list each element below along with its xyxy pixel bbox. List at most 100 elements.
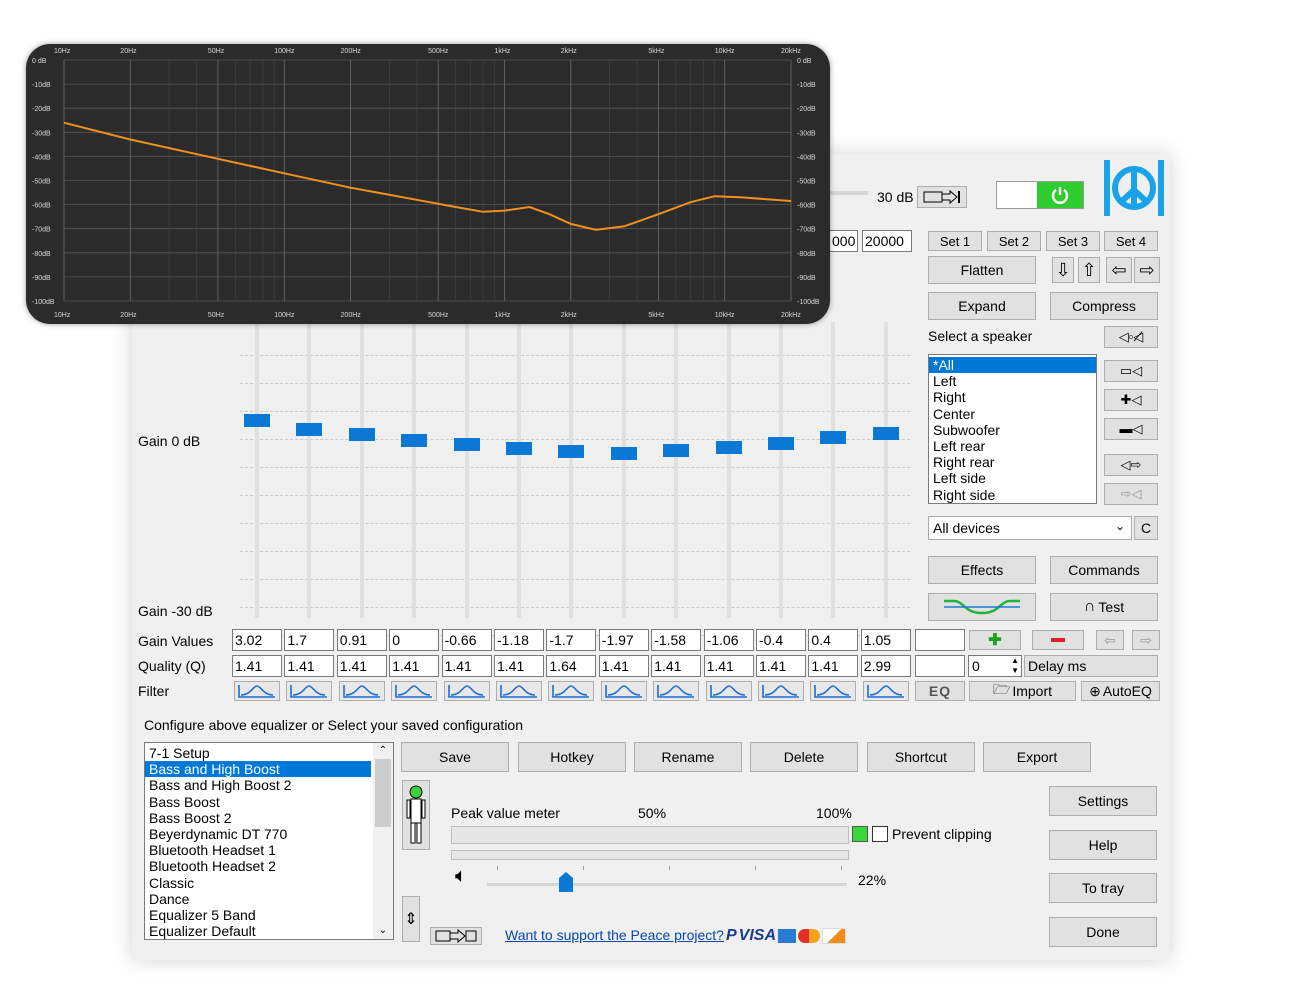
configuration-item[interactable]: Equalizer 5 Band	[145, 907, 371, 923]
eq-slider-track[interactable]	[674, 322, 679, 618]
configuration-item[interactable]: Bluetooth Headset 2	[145, 858, 371, 874]
done-button[interactable]: Done	[1049, 917, 1157, 947]
preamp-device-button[interactable]	[917, 186, 967, 208]
to-tray-button[interactable]: To tray	[1049, 873, 1157, 903]
filter-type-button[interactable]	[496, 681, 542, 701]
support-link[interactable]: Want to support the Peace project?	[505, 927, 724, 943]
gain-value-field[interactable]: 3.02	[232, 629, 282, 651]
gain-value-field[interactable]: -0.66	[441, 629, 492, 651]
eq-slider-track[interactable]	[779, 322, 783, 618]
eq-slider-track[interactable]	[517, 322, 521, 618]
gain-value-field[interactable]: 0.4	[808, 629, 859, 651]
compress-button[interactable]: Compress	[1050, 292, 1158, 320]
gain-value-field[interactable]: -1.58	[651, 629, 702, 651]
flatten-button[interactable]: Flatten	[928, 256, 1036, 284]
configuration-item[interactable]: Classic	[145, 875, 371, 891]
speaker-list[interactable]: *All Left Right Center Subwoofer Left re…	[928, 354, 1097, 504]
quality-value-field[interactable]: 1.41	[441, 655, 492, 677]
quality-value-field[interactable]: 1.41	[703, 655, 754, 677]
filter-type-button[interactable]	[338, 681, 385, 701]
eq-slider-thumb[interactable]	[453, 438, 480, 452]
eq-slider-track[interactable]	[255, 322, 259, 618]
eq-slider-track[interactable]	[883, 322, 888, 618]
add-band-button[interactable]: ✚	[969, 630, 1021, 650]
add-speaker-button[interactable]: ✚◁	[1104, 389, 1158, 411]
filter-type-button[interactable]	[705, 681, 752, 701]
quality-value-field[interactable]: 1.41	[756, 655, 806, 677]
scrollbar[interactable]: ⌃ ⌄	[373, 743, 393, 939]
set-3-button[interactable]: Set 3	[1046, 231, 1100, 251]
preamp-slider-track[interactable]	[830, 191, 868, 195]
speaker-item[interactable]: Left	[929, 373, 1096, 389]
speaker-item[interactable]: Right rear	[929, 454, 1096, 470]
eq-slider-thumb[interactable]	[663, 444, 690, 458]
rename-button[interactable]: Rename	[634, 742, 742, 772]
test-button[interactable]: ∩ Test	[1050, 593, 1158, 621]
configuration-item[interactable]: Bass Boost 2	[145, 810, 371, 826]
configuration-item[interactable]: Beyerdynamic DT 770	[145, 826, 371, 842]
speaker-item[interactable]: Left side	[929, 470, 1096, 486]
configuration-item[interactable]: Bass and High Boost	[145, 761, 371, 778]
volume-slider-track[interactable]	[487, 883, 847, 886]
configuration-item[interactable]: Bass and High Boost 2	[145, 777, 371, 793]
eq-slider-thumb[interactable]	[872, 427, 899, 441]
save-button[interactable]: Save	[401, 742, 509, 772]
quality-value-field[interactable]: 1.41	[651, 655, 702, 677]
move-band-left-button[interactable]: ⇦	[1096, 630, 1124, 650]
device-select[interactable]: All devices ⌄	[928, 516, 1132, 540]
eq-slider-track[interactable]	[412, 322, 417, 618]
quality-value-field[interactable]: 2.99	[860, 655, 911, 677]
shift-left-button[interactable]: ⇦	[1106, 257, 1132, 283]
eq-slider-track[interactable]	[359, 322, 364, 618]
volume-slider-thumb[interactable]	[559, 872, 574, 892]
eq-slider-thumb[interactable]	[820, 431, 847, 445]
eq-slider-thumb[interactable]	[715, 440, 742, 454]
filter-type-button[interactable]	[862, 681, 909, 701]
power-toggle[interactable]	[996, 181, 1084, 209]
eq-slider-thumb[interactable]	[348, 428, 375, 442]
filter-type-button[interactable]	[758, 681, 804, 701]
speaker-item[interactable]: *All	[929, 357, 1096, 374]
filter-type-button[interactable]	[391, 681, 438, 701]
delay-field[interactable]: 0 ▲ ▼	[968, 655, 1022, 677]
gain-value-field[interactable]: 1.7	[284, 629, 335, 651]
help-button[interactable]: Help	[1049, 830, 1157, 860]
resize-button[interactable]: ⇕	[402, 896, 420, 942]
speaker-item[interactable]: Right side	[929, 487, 1096, 503]
payment-logos[interactable]: P VISA	[726, 925, 858, 947]
eq-slider-thumb[interactable]	[506, 441, 532, 455]
extra-gain-field[interactable]	[915, 629, 965, 651]
scroll-up-icon[interactable]: ⌃	[373, 743, 393, 759]
set-1-button[interactable]: Set 1	[928, 231, 982, 251]
prevent-clipping-checkbox[interactable]	[872, 826, 888, 842]
mute-speaker-button[interactable]: ◁▫◁̸	[1104, 326, 1158, 348]
speaker-item[interactable]: Right	[929, 389, 1096, 405]
gain-value-field[interactable]: -1.06	[703, 629, 754, 651]
export-button[interactable]: Export	[983, 742, 1091, 772]
quality-value-field[interactable]: 1.41	[336, 655, 387, 677]
scroll-down-icon[interactable]: ⌄	[373, 923, 393, 939]
filter-type-button[interactable]	[810, 681, 857, 701]
speaker-item[interactable]: Left rear	[929, 438, 1096, 454]
configuration-item[interactable]: Equalizer Default	[145, 923, 371, 939]
speaker-swap-disabled-button[interactable]: ⇨◁	[1104, 483, 1158, 505]
remove-band-button[interactable]	[1032, 630, 1084, 650]
quality-value-field[interactable]: 1.64	[546, 655, 597, 677]
hotkey-button[interactable]: Hotkey	[518, 742, 626, 772]
eq-button[interactable]: EQ	[915, 681, 965, 701]
gain-value-field[interactable]: -0.4	[756, 629, 806, 651]
configuration-item[interactable]: 7-1 Setup	[145, 745, 371, 761]
shift-down-button[interactable]: ⇩	[1052, 257, 1074, 283]
expand-button[interactable]: Expand	[928, 292, 1036, 320]
shift-up-button[interactable]: ⇧	[1078, 257, 1100, 283]
filter-type-button[interactable]	[600, 681, 647, 701]
autoeq-button[interactable]: ⊕ AutoEQ	[1081, 681, 1160, 701]
import-button[interactable]: 🗁 Import	[969, 681, 1076, 701]
gain-value-field[interactable]: -1.7	[546, 629, 597, 651]
device-config-button[interactable]: C	[1134, 516, 1158, 540]
shift-right-button[interactable]: ⇨	[1134, 257, 1160, 283]
commands-button[interactable]: Commands	[1050, 556, 1158, 584]
filter-type-button[interactable]	[234, 681, 280, 701]
remove-speaker-button[interactable]: ▬◁	[1104, 418, 1158, 440]
filter-type-button[interactable]	[443, 681, 490, 701]
